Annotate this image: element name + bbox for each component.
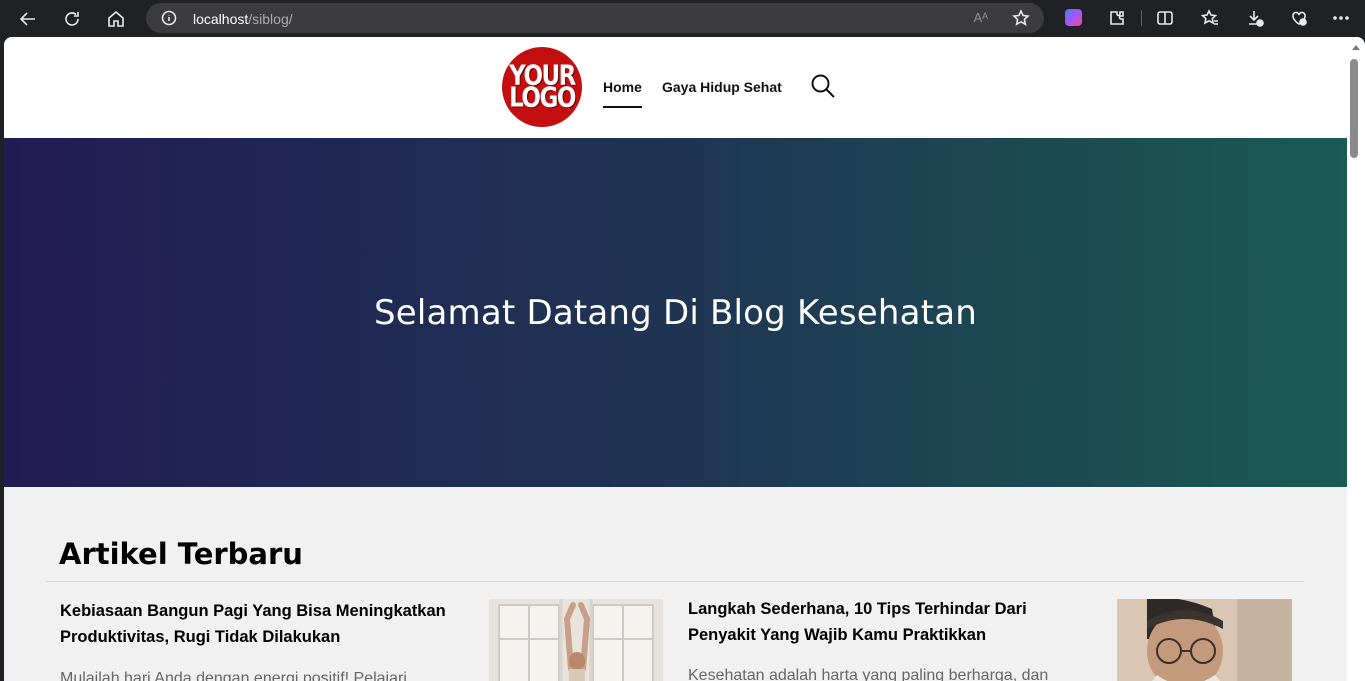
section-title: Artikel Terbaru [59, 537, 303, 571]
sick-man-image [1117, 599, 1292, 681]
article-excerpt-2: Kesehatan adalah harta yang paling berha… [688, 667, 1049, 681]
scroll-up-arrow-icon[interactable] [1352, 45, 1360, 50]
site-info-icon[interactable] [161, 10, 177, 26]
toolbar-separator [1141, 10, 1142, 26]
site-logo[interactable]: YOUR LOGO [502, 47, 582, 127]
split-screen-icon[interactable] [1155, 8, 1175, 28]
browser-toolbar: localhost/siblog/ Aᴬ [0, 0, 1365, 37]
site-header: YOUR LOGO Home Gaya Hidup Sehat [4, 37, 1347, 138]
browser-essentials-icon[interactable] [1289, 8, 1309, 28]
favorite-star-icon[interactable] [1012, 9, 1030, 27]
back-button[interactable] [15, 6, 41, 32]
home-icon [108, 10, 124, 27]
url-text[interactable]: localhost/siblog/ [193, 11, 293, 27]
reload-button[interactable] [59, 6, 85, 32]
article-title-2[interactable]: Langkah Sederhana, 10 Tips Terhindar Dar… [688, 596, 1098, 648]
nav-home[interactable]: Home [603, 79, 642, 108]
hero-title: Selamat Datang Di Blog Kesehatan [373, 292, 978, 333]
nav-gaya-hidup-sehat[interactable]: Gaya Hidup Sehat [662, 79, 782, 95]
home-button[interactable] [103, 6, 129, 32]
page-viewport: YOUR LOGO Home Gaya Hidup Sehat Selamat … [4, 37, 1347, 681]
downloads-icon[interactable] [1245, 8, 1265, 28]
article-title-1[interactable]: Kebiasaan Bangun Pagi Yang Bisa Meningka… [60, 598, 470, 650]
reload-icon [65, 12, 79, 26]
scrollbar-thumb[interactable] [1350, 59, 1358, 158]
url-host: localhost [193, 11, 249, 27]
section-divider [46, 581, 1304, 582]
extensions-icon[interactable] [1107, 8, 1127, 28]
more-menu-icon[interactable] [1331, 8, 1351, 28]
article-excerpt-1: Mulailah hari Anda dengan energi positif… [60, 670, 407, 681]
favorites-icon[interactable] [1200, 8, 1220, 28]
read-aloud-icon[interactable]: Aᴬ [973, 10, 988, 25]
stretching-woman-image [489, 599, 663, 681]
article-thumbnail-2[interactable] [1117, 599, 1292, 681]
url-path: /siblog/ [248, 11, 293, 27]
article-thumbnail-1[interactable] [489, 599, 663, 681]
address-bar[interactable]: localhost/siblog/ Aᴬ [146, 3, 1044, 33]
back-arrow-icon [19, 12, 35, 26]
copilot-icon[interactable] [1065, 9, 1082, 26]
page-scrollbar[interactable] [1347, 37, 1365, 681]
hero-banner: Selamat Datang Di Blog Kesehatan [4, 138, 1347, 487]
logo-line2: LOGO [509, 82, 576, 114]
search-icon[interactable] [810, 73, 836, 99]
